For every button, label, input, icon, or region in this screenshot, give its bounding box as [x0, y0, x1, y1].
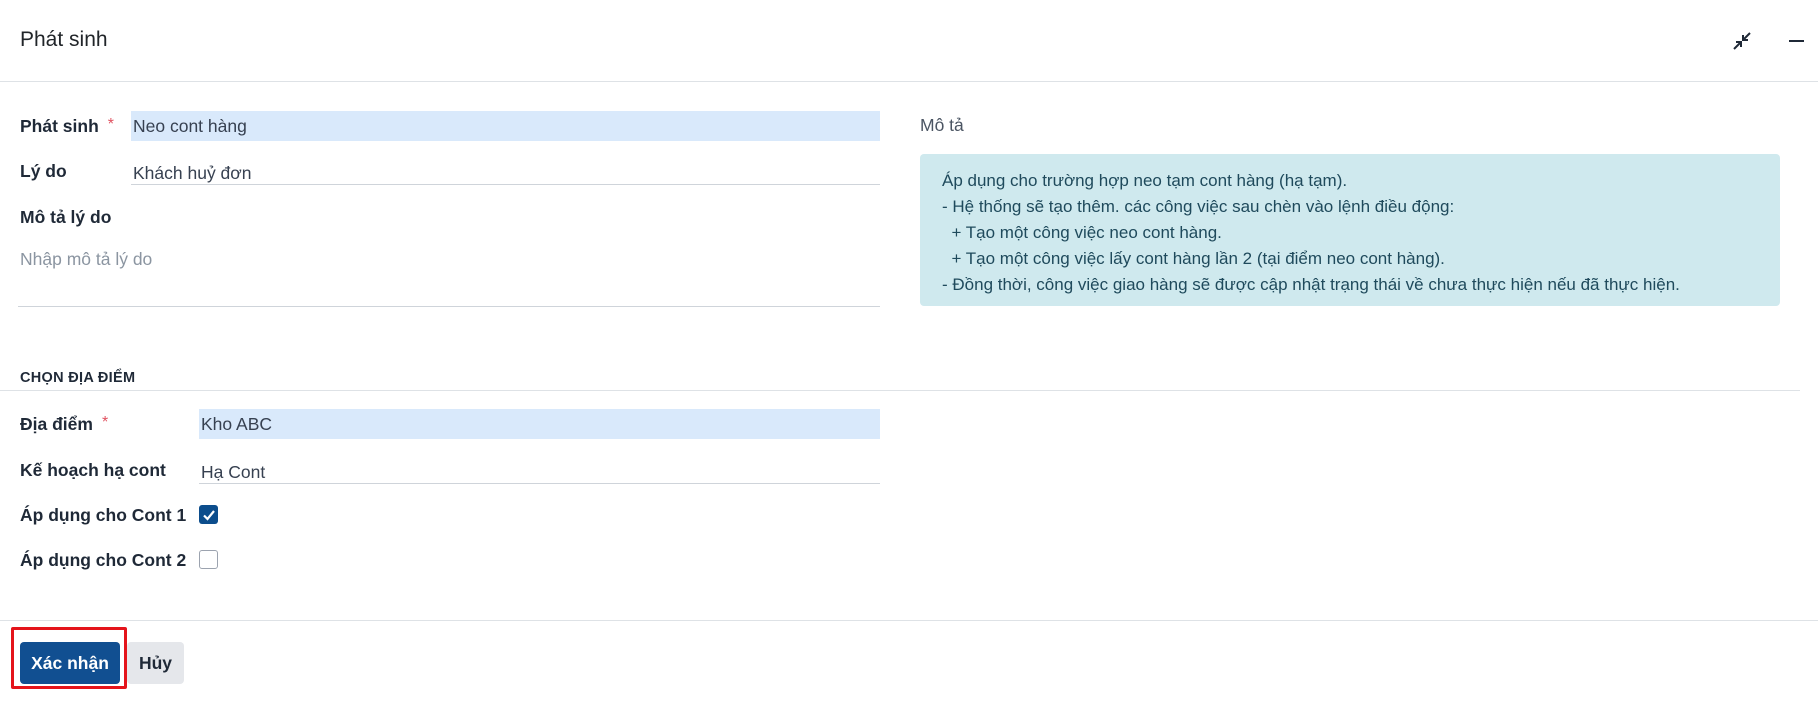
phat-sinh-label: Phát sinh *	[20, 116, 114, 136]
description-line: - Hệ thống sẽ tạo thêm. các công việc sa…	[942, 197, 1455, 216]
required-mark: *	[101, 414, 109, 431]
minimize-icon	[1789, 40, 1804, 42]
dialog: Phát sinh Phát sinh * Neo cont hàng Lý do…	[0, 0, 1818, 704]
description-line: + Tạo một công việc lấy cont hàng lần 2 …	[942, 249, 1445, 268]
dialog-header: Phát sinh	[0, 0, 1818, 82]
dialog-title: Phát sinh	[20, 28, 108, 51]
cancel-button[interactable]: Hủy	[127, 642, 184, 684]
description-line: - Đồng thời, công việc giao hàng sẽ được…	[942, 275, 1680, 294]
description-line: Áp dụng cho trường hợp neo tạm cont hàng…	[942, 171, 1348, 190]
dia-diem-field[interactable]: Kho ABC	[199, 409, 880, 439]
cont2-checkbox[interactable]	[199, 550, 218, 569]
section-title-location: CHỌN ĐỊA ĐIỂM	[20, 370, 136, 386]
confirm-button[interactable]: Xác nhận	[20, 642, 120, 684]
minimize-button[interactable]	[1781, 26, 1811, 56]
ly-do-field[interactable]: Khách huỷ đơn	[131, 155, 880, 185]
checkmark-icon	[202, 509, 215, 521]
ly-do-label: Lý do	[20, 161, 67, 181]
cont2-label: Áp dụng cho Cont 2	[20, 550, 187, 570]
cont1-label: Áp dụng cho Cont 1	[20, 505, 187, 525]
mo-ta-ly-do-textarea[interactable]: Nhập mô tả lý do	[18, 245, 880, 307]
description-info-box: Áp dụng cho trường hợp neo tạm cont hàng…	[920, 154, 1780, 306]
phat-sinh-field[interactable]: Neo cont hàng	[131, 111, 880, 141]
mo-ta-ly-do-label: Mô tả lý do	[20, 207, 112, 227]
dialog-footer	[0, 620, 1818, 621]
description-label: Mô tả	[920, 115, 964, 135]
section-divider	[0, 390, 1800, 391]
dia-diem-label: Địa điểm *	[20, 414, 109, 434]
cont1-checkbox[interactable]	[199, 505, 218, 524]
description-line: + Tạo một công việc neo cont hàng.	[942, 223, 1222, 242]
collapse-icon	[1733, 32, 1751, 50]
required-mark: *	[107, 116, 114, 133]
ke-hoach-ha-cont-label: Kế hoạch hạ cont	[20, 460, 166, 480]
ke-hoach-ha-cont-field[interactable]: Hạ Cont	[199, 454, 880, 484]
collapse-button[interactable]	[1727, 26, 1757, 56]
